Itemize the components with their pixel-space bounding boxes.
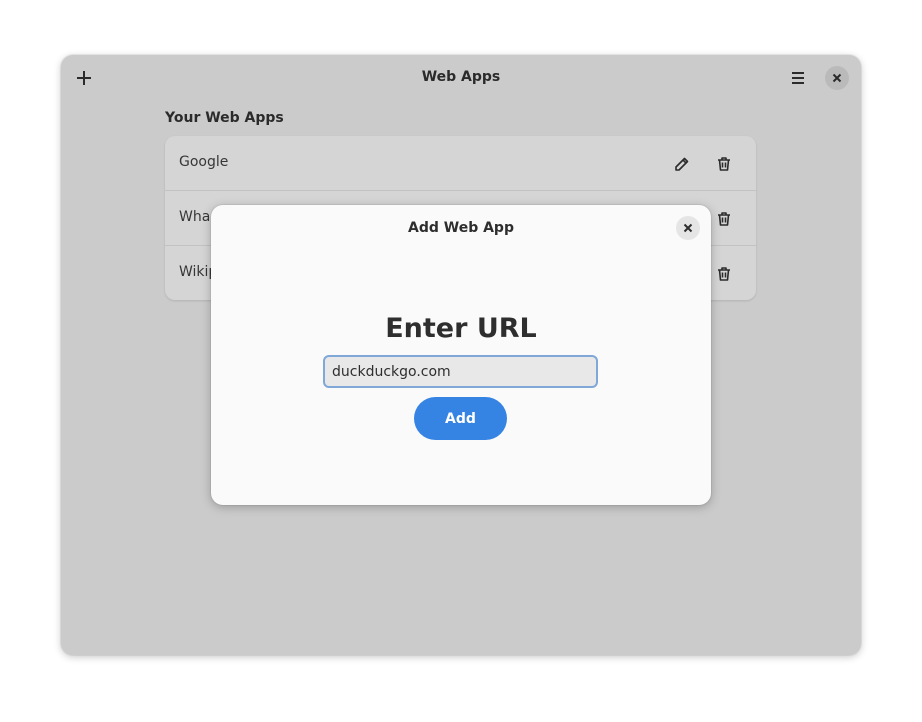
add-button[interactable]: Add: [414, 397, 507, 440]
app-window: Web Apps Your Web Apps Google Wha Wikip …: [61, 55, 861, 655]
dialog-close-button[interactable]: [676, 216, 700, 240]
dialog-heading: Enter URL: [385, 313, 537, 344]
url-input[interactable]: [323, 355, 598, 388]
add-web-app-dialog: Add Web App Enter URL Add: [211, 205, 711, 505]
dialog-title: Add Web App: [408, 220, 514, 236]
close-icon: [683, 223, 693, 233]
